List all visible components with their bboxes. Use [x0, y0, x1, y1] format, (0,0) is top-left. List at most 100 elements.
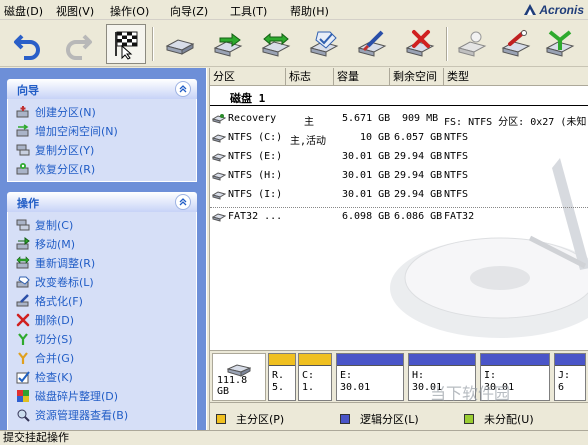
partition-drive-icon: [212, 213, 226, 222]
column-header-capacity[interactable]: 容量: [334, 68, 390, 86]
change-label-icon: [16, 276, 30, 287]
operations-header[interactable]: 操作: [7, 192, 197, 212]
menu-help[interactable]: 帮助(H): [290, 3, 329, 19]
disk-map-partition[interactable]: C: 1.: [298, 353, 332, 401]
task-explorer-view[interactable]: 资源管理器查看(B): [8, 405, 196, 424]
cell-type: NTFS: [444, 132, 469, 143]
disk-create-icon: [457, 31, 487, 57]
commit-button[interactable]: [106, 24, 146, 64]
partition-drive-icon: [212, 134, 226, 143]
redo-button[interactable]: [58, 24, 98, 64]
copy-partition-icon: [16, 144, 30, 155]
partition-row[interactable]: NTFS (E:) 30.01 GB 29.94 GB NTFS: [210, 148, 588, 167]
menu-tools[interactable]: 工具(T): [230, 3, 267, 19]
task-split[interactable]: 切分(S): [8, 329, 196, 348]
partition-row[interactable]: NTFS (I:) 30.01 GB 29.94 GB NTFS: [210, 186, 588, 205]
task-copy[interactable]: 复制(C): [8, 215, 196, 234]
wizards-title: 向导: [17, 84, 39, 97]
menu-operations[interactable]: 操作(O): [110, 3, 149, 19]
partition-block-size: 1.: [302, 382, 315, 393]
commit-flag-icon: [115, 31, 138, 60]
delete-icon: [16, 313, 30, 326]
copy-icon: [16, 219, 30, 230]
change-label-button[interactable]: [304, 24, 344, 64]
task-change-label[interactable]: 改变卷标(L): [8, 272, 196, 291]
legend: 主分区(P) 逻辑分区(L) 未分配(U): [210, 402, 588, 430]
site-watermark: 当下软件园: [430, 384, 511, 403]
merge-partition-button[interactable]: [540, 24, 580, 64]
disk-map-partition[interactable]: E: 30.01: [336, 353, 404, 401]
task-label: 删除(D): [35, 313, 75, 327]
delete-partition-button[interactable]: [400, 24, 440, 64]
task-label: 合并(G): [35, 351, 75, 365]
disk-map-disk[interactable]: 111.8 GB: [212, 353, 266, 401]
task-increase-free-space[interactable]: 增加空闲空间(N): [8, 121, 196, 140]
column-header-free[interactable]: 剩余空间: [390, 68, 444, 86]
create-partition-button[interactable]: [452, 24, 492, 64]
menu-view[interactable]: 视图(V): [56, 3, 94, 19]
task-merge[interactable]: 合并(G): [8, 348, 196, 367]
legend-swatch: [340, 414, 350, 424]
partition-row[interactable]: NTFS (C:) 主,活动 10 GB 6.057 GB NTFS: [210, 129, 588, 148]
task-delete[interactable]: 删除(D): [8, 310, 196, 329]
partition-row[interactable]: Recovery 主 5.671 GB 909 MB FS: NTFS 分区: …: [210, 110, 588, 129]
wizards-header[interactable]: 向导: [7, 79, 197, 99]
partition-type-bar: [299, 354, 331, 366]
partition-row[interactable]: FAT32 ... 6.098 GB 6.086 GB FAT32: [210, 208, 588, 227]
undo-icon: [14, 34, 40, 60]
task-move[interactable]: 移动(M): [8, 234, 196, 253]
resize-partition-button[interactable]: [256, 24, 296, 64]
menu-disk[interactable]: 磁盘(D): [4, 3, 43, 19]
column-header-flag[interactable]: 标志: [286, 68, 334, 86]
partition-drive-icon: [212, 114, 226, 124]
menu-wizards[interactable]: 向导(Z): [170, 3, 208, 19]
cell-name: NTFS (C:): [228, 132, 283, 143]
disk-map-partition[interactable]: R. 5.: [268, 353, 296, 401]
hide-partition-button[interactable]: [496, 24, 536, 64]
task-check[interactable]: 检查(K): [8, 367, 196, 386]
cell-free: 29.94 GB: [394, 189, 443, 200]
task-copy-partition[interactable]: 复制分区(Y): [8, 140, 196, 159]
column-header-partition[interactable]: 分区: [210, 68, 286, 86]
task-defrag[interactable]: 磁盘碎片整理(D): [8, 386, 196, 405]
legend-primary: 主分区(P): [216, 411, 284, 427]
cell-capacity: 30.01 GB: [342, 151, 391, 162]
task-label: 资源管理器查看(B): [35, 408, 129, 422]
disk-map: 111.8 GB R. 5. C: 1. E: 30.01 H: 30.01 I…: [210, 350, 588, 402]
cell-name: Recovery: [228, 113, 277, 124]
format-button[interactable]: [352, 24, 392, 64]
cell-type: NTFS: [444, 189, 469, 200]
disk-delete-icon: [405, 30, 435, 57]
acronis-logo: Acronis: [523, 2, 584, 18]
collapse-chevron-icon[interactable]: [175, 81, 191, 97]
partition-type-bar: [481, 354, 549, 366]
collapse-chevron-icon[interactable]: [175, 194, 191, 210]
cell-free: 29.94 GB: [394, 151, 443, 162]
move-partition-button[interactable]: [208, 24, 248, 64]
partition-block-size: 5.: [272, 382, 285, 393]
partition-drive-icon: [212, 191, 226, 200]
disk-button[interactable]: [160, 24, 200, 64]
cell-type: NTFS: [444, 151, 469, 162]
move-icon: [16, 236, 30, 249]
task-label: 增加空闲空间(N): [35, 124, 118, 138]
column-header-type[interactable]: 类型: [444, 68, 588, 86]
partition-block-size: 6: [558, 382, 565, 393]
disk-icon: [165, 39, 195, 55]
partition-block-label: J:: [558, 370, 571, 381]
wizards-list: 创建分区(N) 增加空闲空间(N) 复制分区(Y) 恢复分区(R): [7, 99, 197, 182]
task-create-partition[interactable]: 创建分区(N): [8, 102, 196, 121]
undo-button[interactable]: [8, 24, 48, 64]
task-resize[interactable]: 重新调整(R): [8, 253, 196, 272]
task-label: 检查(K): [35, 370, 73, 384]
disk-map-partition[interactable]: J: 6: [554, 353, 586, 401]
legend-label: 逻辑分区(L): [360, 413, 419, 426]
partition-type-bar: [555, 354, 585, 366]
partition-row[interactable]: NTFS (H:) 30.01 GB 29.94 GB NTFS: [210, 167, 588, 186]
task-label: 移动(M): [35, 237, 76, 251]
cell-capacity: 30.01 GB: [342, 189, 391, 200]
disk-capacity: 111.8 GB: [217, 375, 248, 397]
task-recover-partition[interactable]: 恢复分区(R): [8, 159, 196, 178]
merge-icon: [18, 351, 28, 364]
task-format[interactable]: 格式化(F): [8, 291, 196, 310]
